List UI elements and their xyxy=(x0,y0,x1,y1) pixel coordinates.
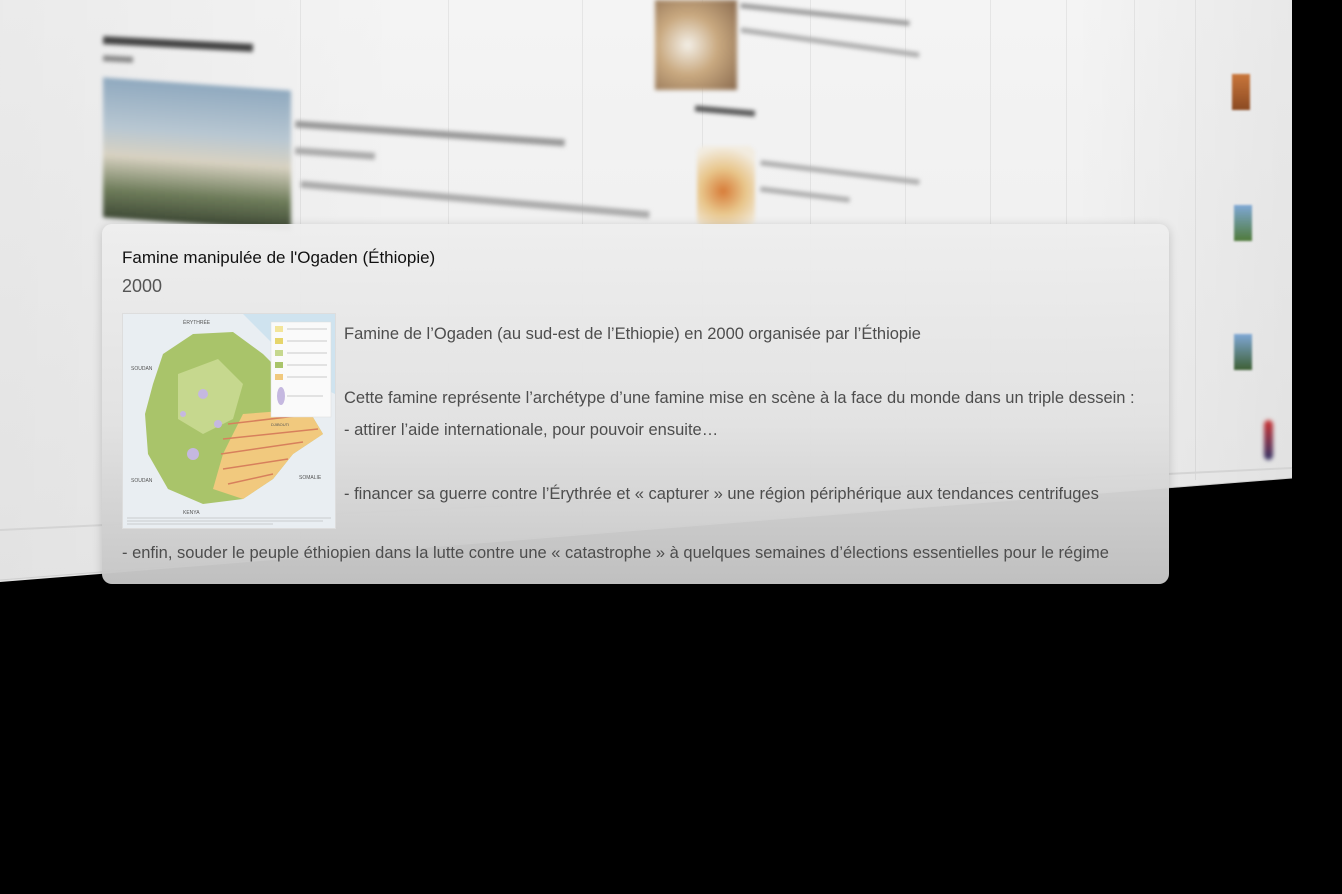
event-description: Famine de l’Ogaden (au sud-est de l’Ethi… xyxy=(344,318,1154,510)
event-description-line: Cette famine représente l’archétype d’un… xyxy=(344,389,1135,407)
background-event-thumbnail xyxy=(1232,74,1250,110)
svg-text:SOUDAN: SOUDAN xyxy=(131,478,153,484)
background-event-photo xyxy=(103,77,291,231)
event-title: Famine manipulée de l'Ogaden (Éthiopie) xyxy=(122,248,436,267)
event-description-last-line: - enfin, souder le peuple éthiopien dans… xyxy=(122,544,1109,562)
background-event-thumbnail xyxy=(1234,334,1252,370)
event-detail-card[interactable]: Famine manipulée de l'Ogaden (Éthiopie) … xyxy=(102,224,1169,584)
background-event-thumbnail xyxy=(1234,205,1252,241)
event-year: 2000 xyxy=(122,276,163,296)
background-event-photo xyxy=(655,0,737,90)
event-description-line: - attirer l’aide internationale, pour po… xyxy=(344,421,719,439)
event-map-image[interactable]: ÉRYTHRÉE SOUDAN SOUDAN SOMALIE KENYA DJI… xyxy=(122,313,336,529)
svg-text:SOUDAN: SOUDAN xyxy=(131,366,153,372)
event-description-line: Famine de l’Ogaden (au sud-est de l’Ethi… xyxy=(344,325,921,343)
timeline-stage: Famine manipulée de l'Ogaden (Éthiopie) … xyxy=(0,0,1342,894)
svg-text:KENYA: KENYA xyxy=(183,510,200,516)
ethiopia-map-illustration: ÉRYTHRÉE SOUDAN SOUDAN SOMALIE KENYA DJI… xyxy=(123,314,335,528)
timeline-gridline xyxy=(1195,0,1196,480)
svg-text:SOMALIE: SOMALIE xyxy=(299,475,322,481)
event-description-line: - financer sa guerre contre l’Érythrée e… xyxy=(344,485,1099,503)
svg-text:DJIBOUTI: DJIBOUTI xyxy=(271,422,289,427)
svg-text:ÉRYTHRÉE: ÉRYTHRÉE xyxy=(183,319,211,326)
background-event-map xyxy=(697,146,755,228)
background-event-logo xyxy=(1264,420,1273,460)
